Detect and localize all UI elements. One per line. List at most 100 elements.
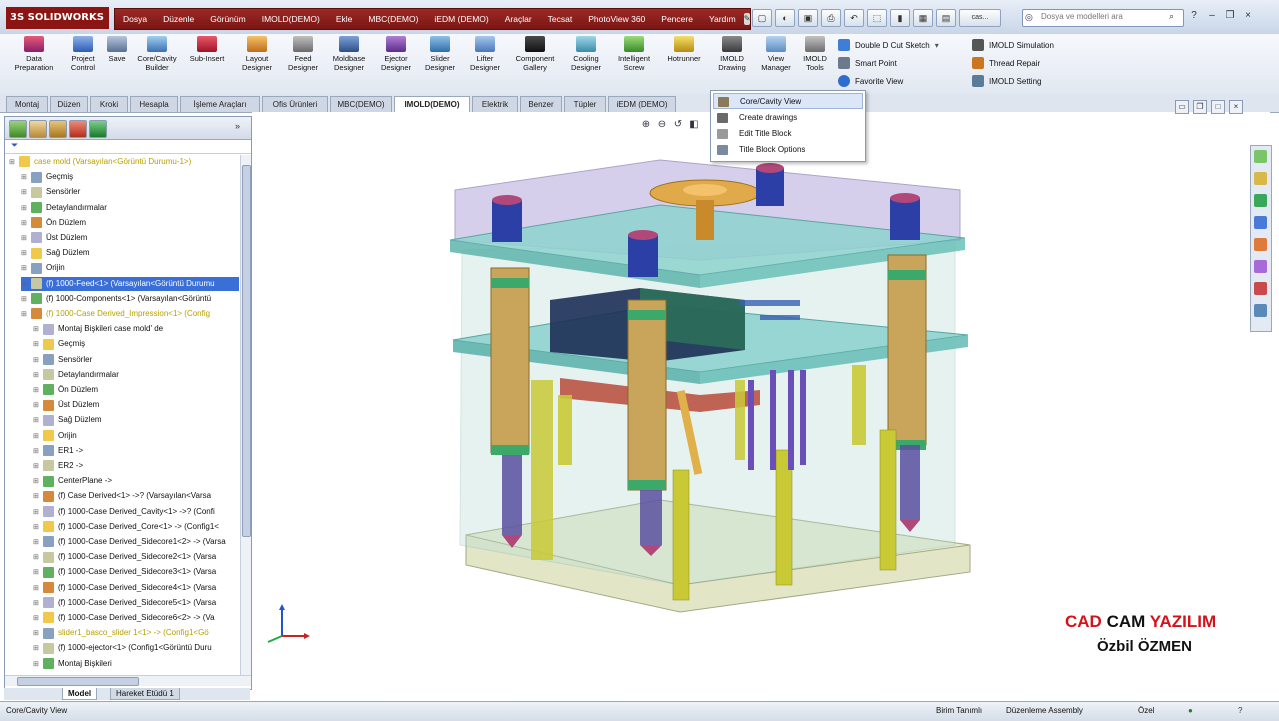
expand-toggle-icon[interactable]: ⊞ [33, 506, 41, 520]
imold-setting-button[interactable]: IMOLD Setting [972, 73, 1041, 89]
menu-help[interactable]: Yardım [701, 14, 744, 24]
property-manager-tab-icon[interactable] [29, 120, 47, 138]
tab-duzen[interactable]: Düzen [50, 96, 88, 112]
close-icon[interactable]: × [1240, 8, 1256, 24]
tree-item[interactable]: ⊞ Detaylandırmalar [33, 368, 239, 382]
help-status-icon[interactable]: ? [1238, 706, 1242, 715]
tab-imold[interactable]: IMOLD(DEMO) [394, 96, 470, 113]
expand-toggle-icon[interactable]: ⊞ [33, 658, 41, 672]
expand-toggle-icon[interactable]: ⊞ [33, 642, 41, 656]
imold-tools-button[interactable]: IMOLD Tools [798, 36, 832, 92]
menu-item-create-drawings[interactable]: Create drawings [713, 110, 863, 126]
search-box[interactable]: ◎ Dosya ve modelleri ara ⌕ [1022, 9, 1184, 27]
ejector-designer-button[interactable]: Ejector Designer [374, 36, 418, 92]
tab-mbc[interactable]: MBC(DEMO) [330, 96, 392, 112]
expand-toggle-icon[interactable]: ⊞ [9, 156, 17, 170]
intelligent-screw-button[interactable]: Intelligent Screw [610, 36, 658, 92]
print-icon[interactable]: ⎙ [821, 9, 841, 27]
tree-item[interactable]: ⊞ Üst Düzlem [21, 231, 239, 245]
tree-item[interactable]: ⊞ (f) 1000-Case Derived_Impression<1> (Co… [21, 307, 239, 321]
tree-item[interactable]: ⊞ Orijin [21, 261, 239, 275]
pin-icon[interactable]: ✎ [743, 13, 751, 25]
tree-item[interactable]: ⊞ Orijin [33, 429, 239, 443]
expand-toggle-icon[interactable]: ⊞ [33, 445, 41, 459]
tab-elektrik[interactable]: Elektrik [472, 96, 518, 112]
imold-simulation-button[interactable]: IMOLD Simulation [972, 37, 1054, 53]
tab-kroki[interactable]: Kroki [90, 96, 128, 112]
menu-edit[interactable]: Düzenle [155, 14, 202, 24]
view-palette-icon[interactable] [1254, 238, 1267, 251]
menu-photoview[interactable]: PhotoView 360 [580, 14, 653, 24]
menu-mbc[interactable]: MBC(DEMO) [360, 14, 426, 24]
tree-item[interactable]: ⊞ Sağ Düzlem [21, 246, 239, 260]
expand-toggle-icon[interactable]: ⊞ [33, 582, 41, 596]
expand-toggle-icon[interactable]: ⊞ [33, 475, 41, 489]
menu-insert[interactable]: Ekle [328, 14, 361, 24]
tree-item[interactable]: ⊞ ER1 -> [33, 444, 239, 458]
expand-toggle-icon[interactable]: ⊞ [33, 430, 41, 444]
display-manager-tab-icon[interactable] [89, 120, 107, 138]
expand-toggle-icon[interactable]: ⊞ [33, 521, 41, 535]
hotrunner-button[interactable]: Hotrunner [660, 36, 708, 92]
tree-item[interactable]: ⊞ (f) 1000-Case Derived_Sidecore4<1> (Var… [33, 581, 239, 595]
menu-tools[interactable]: Araçlar [497, 14, 540, 24]
tab-montaj[interactable]: Montaj [6, 96, 48, 112]
rebuild-icon[interactable]: ▮ [890, 9, 910, 27]
tab-ofis-urunleri[interactable]: Ofis Ürünleri [262, 96, 328, 112]
slider-designer-button[interactable]: Slider Designer [418, 36, 462, 92]
tab-benzer[interactable]: Benzer [520, 96, 562, 112]
tree-item[interactable]: ⊞ (f) 1000-ejector<1> (Config1<Görüntü Du… [33, 641, 239, 655]
expand-toggle-icon[interactable]: ⊞ [21, 278, 29, 292]
tab-isleme-araclari[interactable]: İşleme Araçları [180, 96, 260, 112]
smart-point-button[interactable]: Smart Point [838, 55, 897, 71]
expand-toggle-icon[interactable]: ⊞ [21, 232, 29, 246]
tree-item[interactable]: ⊞ (f) 1000-Case Derived_Core<1> -> (Confi… [33, 520, 239, 534]
tree-item[interactable]: ⊞ (f) 1000-Case Derived_Sidecore6<2> -> (… [33, 611, 239, 625]
cascade-icon[interactable]: ❐ [1193, 100, 1207, 114]
close-icon[interactable]: × [1229, 100, 1243, 114]
solidworks-logo[interactable]: 3S SOLIDWORKS [6, 7, 109, 29]
tree-item[interactable]: ⊞ Geçmiş [21, 170, 239, 184]
thread-repair-button[interactable]: Thread Repair [972, 55, 1040, 71]
restore-icon[interactable]: ❐ [1222, 8, 1238, 24]
tree-item[interactable]: ⊞ (f) 1000-Case Derived_Sidecore5<1> (Var… [33, 596, 239, 610]
tree-item[interactable]: ⊞ (f) 1000-Case Derived_Sidecore3<1> (Var… [33, 565, 239, 579]
tree-item[interactable]: ⊞ (f) 1000-Case Derived_Sidecore2<1> (Var… [33, 550, 239, 564]
tab-tupler[interactable]: Tüpler [564, 96, 606, 112]
expand-toggle-icon[interactable]: ⊞ [21, 293, 29, 307]
custom-properties-icon[interactable] [1254, 282, 1267, 295]
expand-toggle-icon[interactable]: ⊞ [21, 186, 29, 200]
tree-item[interactable]: ⊞ Üst Düzlem [33, 398, 239, 412]
expand-toggle-icon[interactable]: ⊞ [33, 566, 41, 580]
options-icon[interactable]: ▦ [913, 9, 933, 27]
rebuild-status-icon[interactable]: ● [1188, 706, 1193, 715]
open-icon[interactable]: ◐ [775, 9, 795, 27]
tree-item[interactable]: ⊞ Montaj Bişkileri case mold' de [33, 322, 239, 336]
tile-icon[interactable]: ▭ [1175, 100, 1189, 114]
data-preparation-button[interactable]: Data Preparation [8, 36, 60, 92]
tree-item[interactable]: ⊞ (f) 1000-Case Derived_Sidecore1<2> -> (… [33, 535, 239, 549]
resources-icon[interactable] [1254, 150, 1267, 163]
moldbase-designer-button[interactable]: Moldbase Designer [326, 36, 372, 92]
expand-toggle-icon[interactable]: ⊞ [33, 384, 41, 398]
tree-item[interactable]: ⊞ (f) 1000-Case Derived_Cavity<1> ->? (Co… [33, 505, 239, 519]
tree-item[interactable]: ⊞ Sensörler [33, 353, 239, 367]
layout-designer-button[interactable]: Layout Designer [234, 36, 280, 92]
zoom-to-fit-icon[interactable]: ⊕ [640, 118, 652, 131]
menu-item-core-cavity-view[interactable]: Core/Cavity View [713, 93, 863, 109]
expand-toggle-icon[interactable]: ⊞ [21, 247, 29, 261]
tree-item[interactable]: ⊞ Ön Düzlem [33, 383, 239, 397]
project-control-button[interactable]: Project Control [62, 36, 104, 92]
tab-iedm[interactable]: iEDM (DEMO) [608, 96, 676, 112]
section-view-icon[interactable]: ◧ [688, 118, 700, 131]
core-cavity-builder-button[interactable]: Core/Cavity Builder [132, 36, 182, 92]
help-icon[interactable]: ? [1186, 8, 1202, 24]
save-button[interactable]: Save [104, 36, 130, 92]
tree-item[interactable]: ⊞ Detaylandırmalar [21, 201, 239, 215]
feature-tree-tab-icon[interactable] [9, 120, 27, 138]
forum-icon[interactable] [1254, 304, 1267, 317]
expand-toggle-icon[interactable]: ⊞ [21, 171, 29, 185]
expand-toggle-icon[interactable]: ⊞ [33, 597, 41, 611]
design-library-icon[interactable] [1254, 172, 1267, 185]
view-manager-button[interactable]: View Manager [756, 36, 796, 92]
